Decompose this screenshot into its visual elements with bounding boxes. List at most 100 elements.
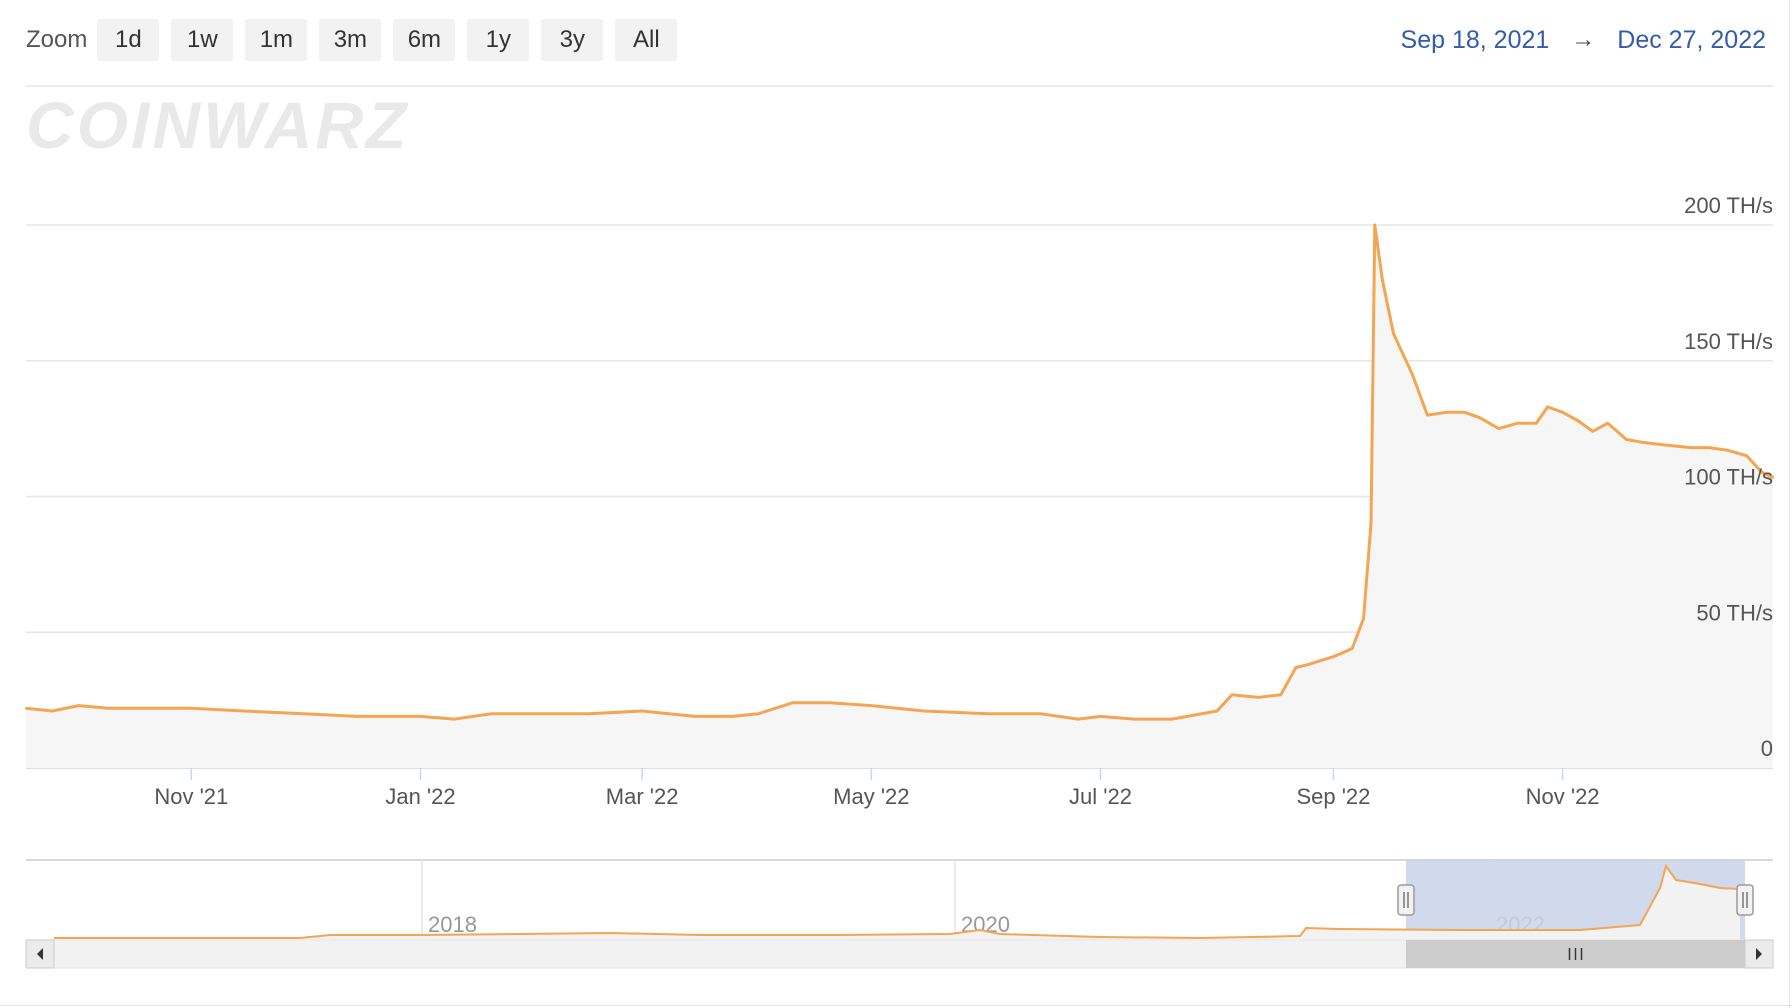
data-point bbox=[870, 704, 873, 707]
data-point bbox=[1535, 421, 1538, 425]
data-point bbox=[1640, 441, 1643, 444]
data-point bbox=[1707, 446, 1711, 449]
data-point bbox=[1230, 693, 1234, 696]
scroll-right-button[interactable] bbox=[1744, 939, 1774, 969]
data-point bbox=[1576, 419, 1579, 422]
data-point bbox=[1215, 709, 1219, 713]
y-tick-label: 0 bbox=[1761, 736, 1773, 761]
data-point bbox=[1478, 416, 1482, 419]
data-point bbox=[1726, 449, 1730, 452]
navigator-year-label: 2022 bbox=[1496, 912, 1545, 937]
data-point bbox=[1745, 454, 1748, 457]
data-point bbox=[1279, 693, 1283, 696]
data-point bbox=[24, 707, 28, 710]
data-point bbox=[1463, 411, 1467, 414]
zoom-button-3y[interactable]: 3y bbox=[541, 19, 604, 61]
navigator: 2018 2020 2022 bbox=[25, 859, 1774, 969]
range-from-input[interactable]: Sep 18, 2021 bbox=[1401, 26, 1550, 55]
data-point bbox=[1170, 717, 1174, 721]
zoom-button-1d[interactable]: 1d bbox=[97, 19, 160, 61]
navigator-year-label: 2018 bbox=[428, 912, 477, 937]
data-point bbox=[1133, 717, 1136, 721]
data-point bbox=[1099, 715, 1102, 718]
data-point bbox=[1662, 443, 1666, 447]
data-point bbox=[1392, 332, 1395, 335]
data-point bbox=[1689, 446, 1692, 449]
x-axis-labels: Nov '21 Jan '22 Mar '22 May '22 Jul '22 Sep '… bbox=[154, 768, 1600, 809]
data-point bbox=[51, 709, 54, 713]
frame-bottom-border bbox=[0, 1005, 1792, 1006]
series-area-fill bbox=[26, 225, 1773, 768]
data-point bbox=[77, 704, 80, 707]
data-point bbox=[922, 709, 926, 713]
data-point bbox=[1381, 278, 1384, 281]
data-point bbox=[535, 712, 539, 715]
scrollbar-thumb[interactable] bbox=[1406, 940, 1745, 968]
data-point bbox=[1332, 655, 1335, 658]
data-point bbox=[242, 709, 246, 713]
zoom-button-all[interactable]: All bbox=[615, 19, 678, 61]
data-point bbox=[1362, 617, 1365, 620]
data-point bbox=[693, 715, 696, 718]
navigator-selection bbox=[1406, 860, 1745, 968]
data-point bbox=[1444, 411, 1448, 414]
data-point bbox=[1625, 438, 1628, 441]
zoom-button-3m[interactable]: 3m bbox=[319, 19, 382, 61]
data-point bbox=[1546, 405, 1549, 409]
navigator-left-handle[interactable] bbox=[1397, 884, 1415, 916]
range-arrow-icon: → bbox=[1571, 26, 1596, 53]
scroll-left-arrow-icon bbox=[37, 948, 43, 960]
series-line bbox=[25, 223, 1774, 721]
zoom-button-1w[interactable]: 1w bbox=[171, 19, 234, 61]
x-tick-label: May '22 bbox=[833, 784, 909, 809]
data-point bbox=[1426, 413, 1429, 417]
navigator-right-handle[interactable] bbox=[1736, 884, 1754, 916]
grid-lines bbox=[26, 224, 1773, 769]
navigator-year-label: 2020 bbox=[961, 912, 1010, 937]
data-point bbox=[1294, 666, 1298, 669]
scroll-left-button[interactable] bbox=[25, 939, 55, 969]
zoom-button-1y[interactable]: 1y bbox=[467, 19, 530, 61]
y-axis-labels: 0 50 TH/s 100 TH/s 150 TH/s 200 TH/s bbox=[1684, 193, 1773, 761]
watermark-logo: COINWARZ bbox=[26, 88, 409, 162]
data-point bbox=[757, 712, 760, 715]
data-point bbox=[453, 717, 456, 721]
data-point bbox=[419, 715, 422, 718]
data-point bbox=[1411, 373, 1414, 376]
x-tick-label: Nov '21 bbox=[154, 784, 228, 809]
data-point bbox=[1561, 411, 1564, 414]
data-point bbox=[791, 701, 794, 705]
data-point bbox=[1305, 663, 1309, 667]
zoom-bar: Zoom 1d 1w 1m 3m 6m 1y 3y All bbox=[26, 18, 689, 62]
watermark-text: COINWARZ bbox=[26, 88, 409, 162]
data-point bbox=[1497, 427, 1500, 430]
x-tick-label: Sep '22 bbox=[1296, 784, 1370, 809]
y-tick-label: 150 TH/s bbox=[1684, 329, 1773, 354]
zoom-button-6m[interactable]: 6m bbox=[393, 19, 456, 61]
date-range-display: Sep 18, 2021 → Dec 27, 2022 bbox=[1401, 18, 1766, 62]
data-point bbox=[1039, 712, 1042, 715]
x-tick-label: Jul '22 bbox=[1069, 784, 1132, 809]
data-point bbox=[302, 712, 306, 715]
data-point bbox=[1076, 717, 1080, 721]
zoom-label: Zoom bbox=[26, 26, 88, 53]
x-tick-label: Jan '22 bbox=[385, 784, 455, 809]
scrollbar-track[interactable] bbox=[25, 939, 1774, 969]
data-point bbox=[490, 712, 494, 715]
data-point bbox=[588, 712, 591, 715]
navigator-area bbox=[54, 866, 1740, 940]
data-point bbox=[1516, 421, 1519, 425]
x-tick-label: Nov '22 bbox=[1526, 784, 1600, 809]
y-tick-label: 100 TH/s bbox=[1684, 465, 1773, 490]
y-tick-label: 50 TH/s bbox=[1696, 600, 1773, 625]
frame-right-border bbox=[1789, 0, 1790, 1008]
data-point bbox=[986, 712, 989, 715]
y-tick-label: 200 TH/s bbox=[1684, 193, 1773, 218]
series-area bbox=[24, 223, 1775, 768]
data-point bbox=[1606, 421, 1609, 425]
range-to-input[interactable]: Dec 27, 2022 bbox=[1617, 26, 1766, 55]
zoom-button-1m[interactable]: 1m bbox=[245, 19, 308, 61]
data-point bbox=[1351, 647, 1354, 650]
data-point bbox=[107, 707, 110, 710]
chart-svg: COINWARZ 0 50 TH/s 100 TH/s 150 TH/s 200 TH/… bbox=[24, 85, 1775, 969]
